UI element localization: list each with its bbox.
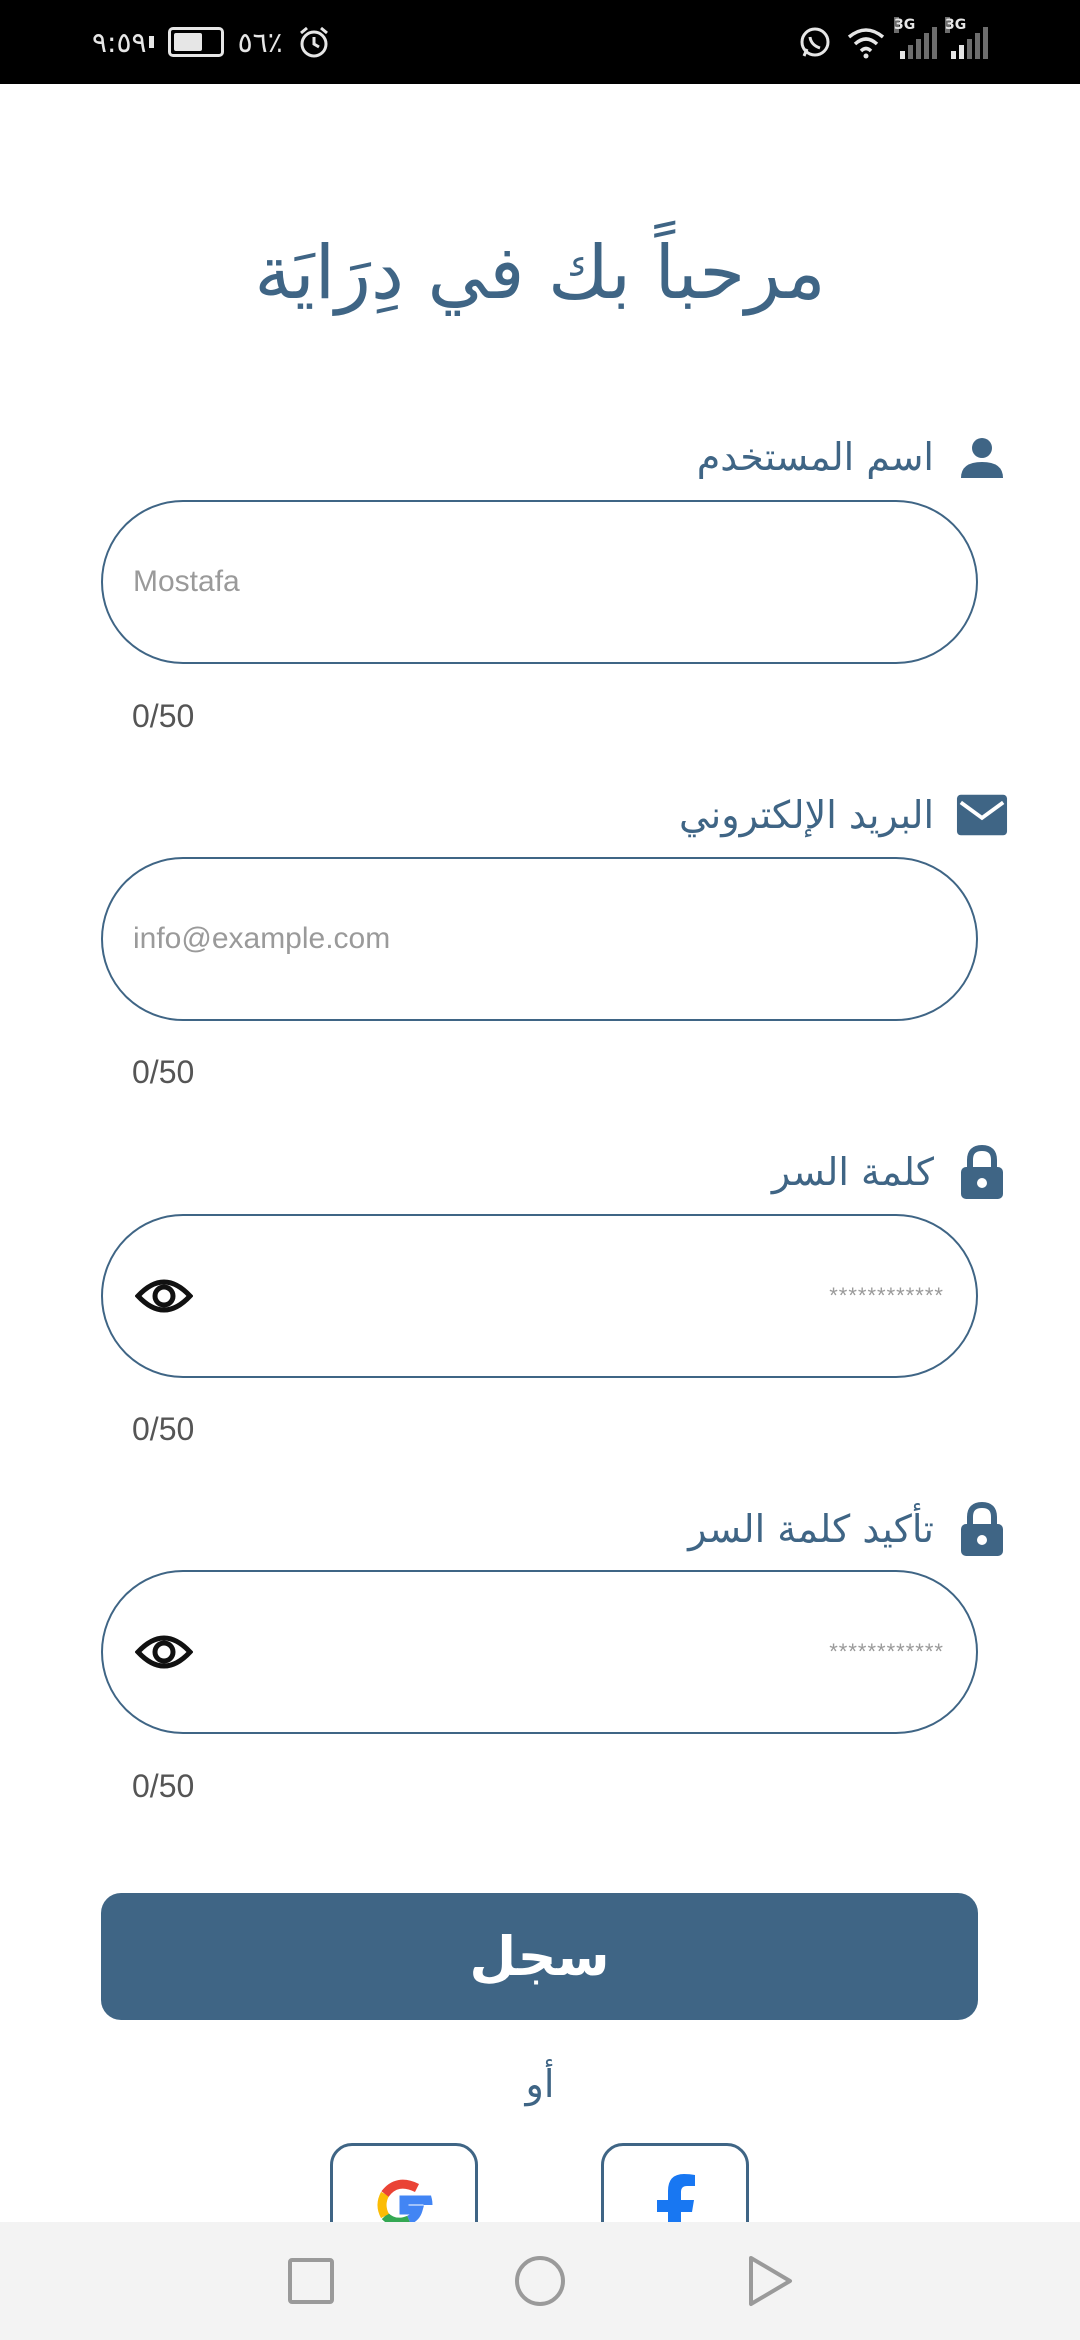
email-label-row: البريد الإلكتروني <box>679 785 1008 845</box>
lock-icon <box>956 1502 1008 1556</box>
password-label-row: كلمة السر <box>772 1142 1008 1202</box>
confirm-password-placeholder: ************ <box>829 1639 944 1664</box>
whatsapp-icon <box>800 27 830 57</box>
confirm-password-input[interactable]: ************ <box>101 1570 978 1734</box>
person-icon <box>956 431 1008 483</box>
signal-icon-1: 3G <box>894 17 937 59</box>
status-right: 3G 3G <box>798 16 988 68</box>
battery-icon <box>167 27 224 57</box>
mail-icon <box>956 789 1008 841</box>
confirm-password-counter: 0/50 <box>132 1768 195 1804</box>
signal-icon-2: 3G <box>945 17 988 59</box>
password-label: كلمة السر <box>771 1150 934 1194</box>
system-nav-bar <box>0 2222 1080 2340</box>
battery-nub <box>148 36 154 48</box>
username-label: اسم المستخدم <box>696 435 934 479</box>
email-placeholder: info@example.com <box>133 922 391 955</box>
password-counter: 0/50 <box>132 1411 195 1447</box>
status-left: ٩:٥٩ ٥٦٪ <box>92 18 331 66</box>
register-button[interactable]: سجل <box>101 1893 978 2020</box>
alarm-icon <box>299 26 328 58</box>
page-title: مرحباً بك في دِرَايَة <box>254 230 826 316</box>
email-input[interactable]: info@example.com <box>101 857 978 1021</box>
password-placeholder: ************ <box>829 1283 944 1308</box>
confirm-password-label-row: تأكيد كلمة السر <box>688 1499 1008 1559</box>
username-input[interactable]: Mostafa <box>101 500 978 664</box>
confirm-password-label: تأكيد كلمة السر <box>688 1507 934 1551</box>
home-circle-icon[interactable] <box>514 2255 566 2307</box>
username-label-row: اسم المستخدم <box>697 427 1008 487</box>
battery-percent: ٥٦٪ <box>237 25 283 59</box>
or-separator: أو <box>525 2062 555 2106</box>
username-counter: 0/50 <box>132 698 195 734</box>
wifi-icon <box>847 28 885 59</box>
email-label: البريد الإلكتروني <box>679 793 934 837</box>
network-type-1: 3G <box>894 17 916 33</box>
status-bar: ٩:٥٩ ٥٦٪ 3G 3G <box>0 0 1080 84</box>
network-type-2: 3G <box>945 17 967 33</box>
username-placeholder: Mostafa <box>133 565 240 598</box>
eye-icon[interactable] <box>135 1276 193 1316</box>
status-time: ٩:٥٩ <box>92 25 147 59</box>
recents-square-icon[interactable] <box>288 2258 334 2304</box>
back-triangle-icon[interactable] <box>747 2255 793 2307</box>
password-input[interactable]: ************ <box>101 1214 978 1378</box>
eye-icon[interactable] <box>135 1632 193 1672</box>
email-counter: 0/50 <box>132 1054 195 1090</box>
lock-icon <box>956 1145 1008 1199</box>
